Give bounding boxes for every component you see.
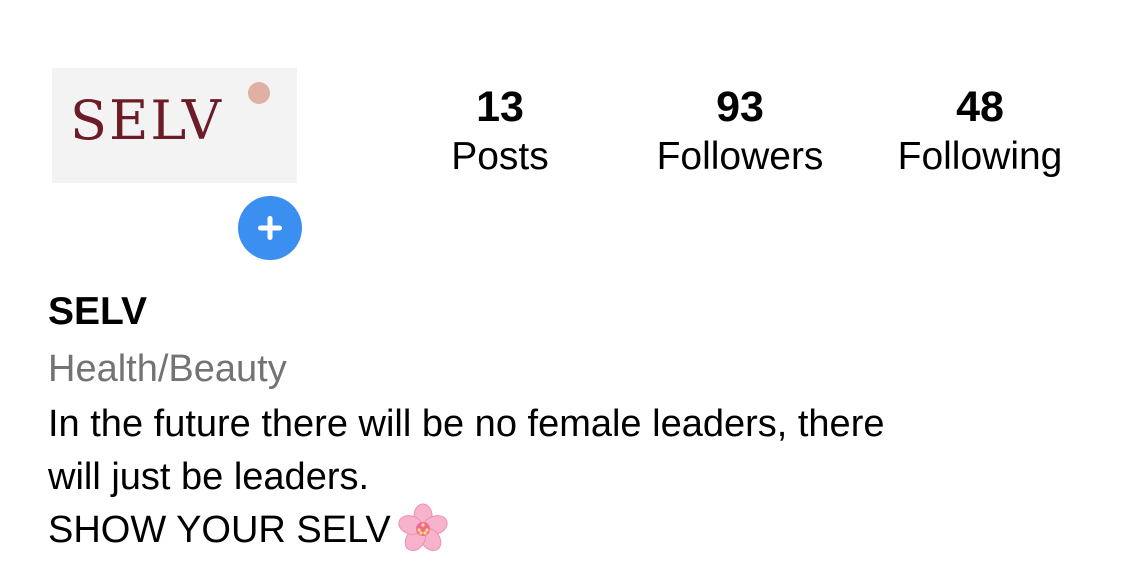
posts-label: Posts [451,135,549,178]
stat-following[interactable]: 48 Following [880,82,1080,182]
add-story-button[interactable] [238,196,302,260]
avatar-logo-text: SELV [70,89,223,152]
stat-followers[interactable]: 93 Followers [640,82,840,182]
following-count: 48 [956,83,1004,131]
profile-avatar[interactable]: SELV [52,68,297,183]
bio-line: will just be leaders. [48,456,370,498]
profile-bio: In the future there will be no female le… [48,398,1088,560]
posts-count: 13 [476,83,524,131]
followers-label: Followers [656,135,824,178]
profile-name: SELV [48,290,147,333]
logo-dot [248,82,270,104]
bio-line: In the future there will be no female le… [48,403,885,445]
bio-line-last: SHOW YOUR SELV [48,503,1088,560]
profile-category: Health/Beauty [48,348,287,390]
followers-count: 93 [716,83,764,131]
bio-line-text: SHOW YOUR SELV [48,509,391,552]
stat-posts[interactable]: 13 Posts [400,82,600,182]
following-label: Following [897,135,1063,178]
cherry-blossom-icon [398,503,448,552]
plus-icon [258,216,282,240]
